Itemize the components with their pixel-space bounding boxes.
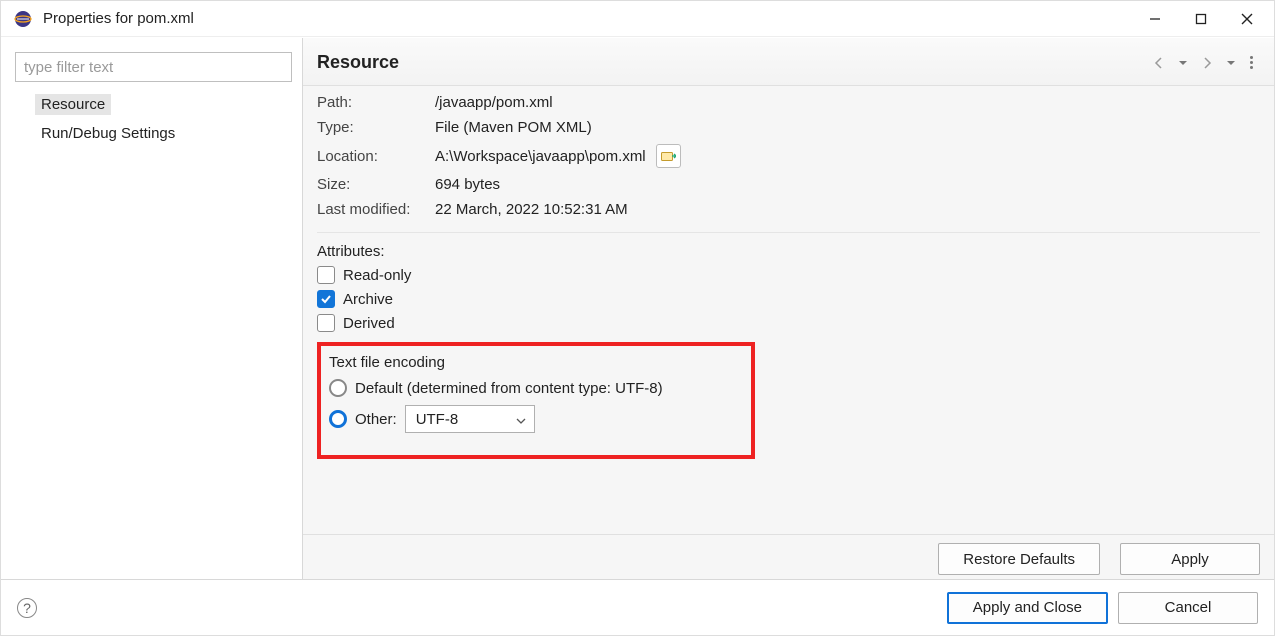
- panel-title: Resource: [317, 52, 399, 73]
- encoding-other-select[interactable]: UTF-8: [405, 405, 535, 433]
- sidebar-item-resource[interactable]: Resource: [35, 94, 111, 115]
- sidebar: Resource Run/Debug Settings: [1, 38, 303, 579]
- sidebar-item-run-debug[interactable]: Run/Debug Settings: [35, 123, 181, 144]
- path-label: Path:: [317, 94, 435, 111]
- separator: [317, 232, 1260, 233]
- back-icon[interactable]: [1150, 54, 1168, 72]
- encoding-other-radio[interactable]: [329, 410, 347, 428]
- panel-button-row: Restore Defaults Apply: [303, 534, 1274, 579]
- text-file-encoding-group: Text file encoding Default (determined f…: [317, 342, 755, 459]
- location-value: A:\Workspace\javaapp\pom.xml: [435, 148, 646, 165]
- help-icon[interactable]: ?: [17, 598, 37, 618]
- category-tree: Resource Run/Debug Settings: [15, 90, 292, 148]
- dialog-footer: ? Apply and Close Cancel: [1, 579, 1274, 635]
- location-label: Location:: [317, 148, 435, 165]
- last-modified-value: 22 March, 2022 10:52:31 AM: [435, 201, 1260, 218]
- encoding-other-value: UTF-8: [416, 411, 459, 428]
- window-title: Properties for pom.xml: [43, 10, 194, 27]
- type-value: File (Maven POM XML): [435, 119, 1260, 136]
- titlebar: Properties for pom.xml: [1, 1, 1274, 37]
- last-modified-label: Last modified:: [317, 201, 435, 218]
- attributes-section-label: Attributes:: [317, 243, 1260, 260]
- back-menu-icon[interactable]: [1174, 54, 1192, 72]
- readonly-checkbox[interactable]: [317, 266, 335, 284]
- restore-defaults-button[interactable]: Restore Defaults: [938, 543, 1100, 575]
- encoding-other-label: Other:: [355, 411, 397, 428]
- archive-checkbox[interactable]: [317, 290, 335, 308]
- minimize-button[interactable]: [1132, 3, 1178, 35]
- filter-input[interactable]: [15, 52, 292, 82]
- close-button[interactable]: [1224, 3, 1270, 35]
- readonly-label: Read-only: [343, 267, 411, 284]
- maximize-button[interactable]: [1178, 3, 1224, 35]
- forward-menu-icon[interactable]: [1222, 54, 1240, 72]
- derived-checkbox[interactable]: [317, 314, 335, 332]
- eclipse-icon: [13, 9, 33, 29]
- resource-info-table: Path: /javaapp/pom.xml Type: File (Maven…: [317, 94, 1260, 218]
- encoding-default-label: Default (determined from content type: U…: [355, 380, 663, 397]
- cancel-button[interactable]: Cancel: [1118, 592, 1258, 624]
- apply-button[interactable]: Apply: [1120, 543, 1260, 575]
- panel-header: Resource: [303, 38, 1274, 86]
- derived-label: Derived: [343, 315, 395, 332]
- main-panel: Resource Path: /javaapp/pom.xml Type: Fi…: [303, 38, 1274, 579]
- apply-and-close-button[interactable]: Apply and Close: [947, 592, 1108, 624]
- type-label: Type:: [317, 119, 435, 136]
- chevron-down-icon: [516, 411, 526, 428]
- show-in-system-explorer-button[interactable]: [656, 144, 681, 168]
- panel-menu-icon[interactable]: [1250, 54, 1260, 72]
- forward-icon[interactable]: [1198, 54, 1216, 72]
- size-label: Size:: [317, 176, 435, 193]
- path-value: /javaapp/pom.xml: [435, 94, 1260, 111]
- archive-label: Archive: [343, 291, 393, 308]
- encoding-section-label: Text file encoding: [329, 354, 743, 371]
- size-value: 694 bytes: [435, 176, 1260, 193]
- encoding-default-radio[interactable]: [329, 379, 347, 397]
